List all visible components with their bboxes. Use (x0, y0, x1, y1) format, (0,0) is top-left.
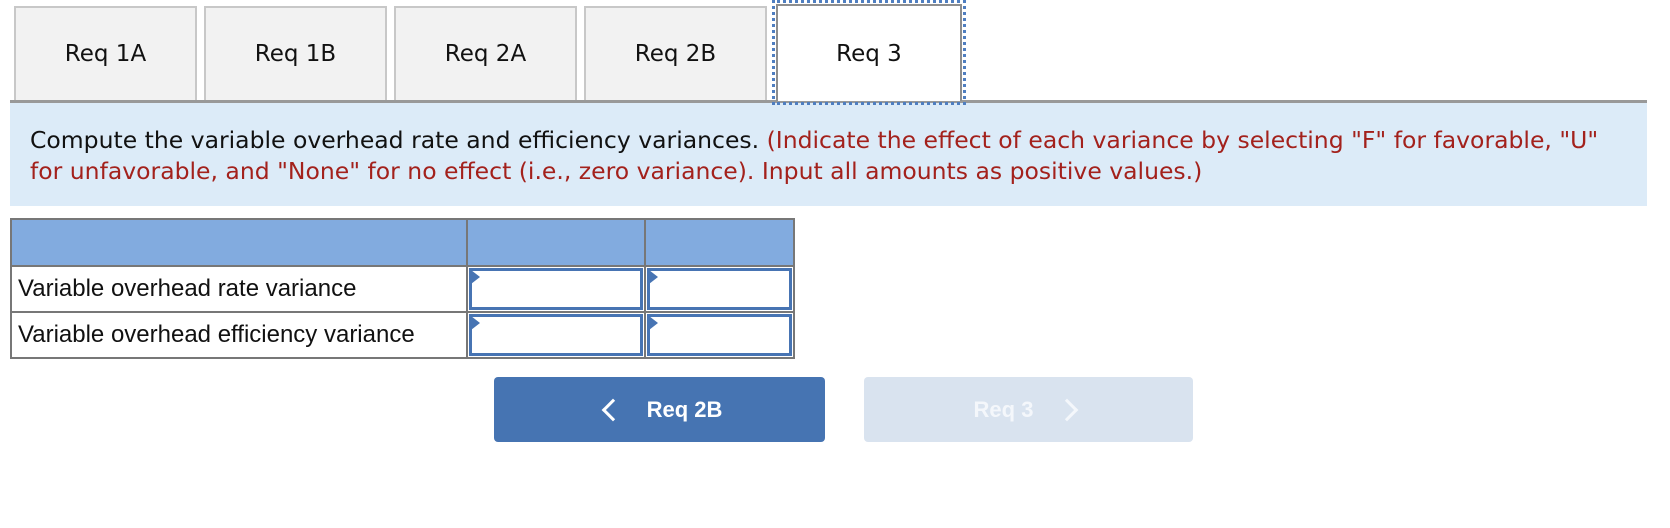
rate-variance-amount-cell (466, 265, 646, 313)
row-label-rate-variance: Variable overhead rate variance (10, 265, 468, 313)
instructions-panel: Compute the variable overhead rate and e… (10, 103, 1647, 206)
next-req-button[interactable]: Req 3 (864, 377, 1193, 442)
requirement-tabs: Req 1A Req 1B Req 2A Req 2B Req 3 (0, 0, 1670, 105)
rate-variance-effect-cell (644, 265, 795, 313)
row-label-efficiency-variance: Variable overhead efficiency variance (10, 311, 468, 359)
header-effect (644, 218, 795, 267)
variance-table: Variable overhead rate variance Variable… (10, 218, 795, 359)
tab-label: Req 3 (836, 40, 902, 67)
tab-req-1b[interactable]: Req 1B (204, 6, 387, 100)
efficiency-variance-amount-input[interactable] (472, 317, 640, 353)
chevron-right-icon (1056, 398, 1079, 421)
input-marker-icon (649, 316, 658, 330)
table-row: Variable overhead efficiency variance (10, 311, 795, 359)
rate-variance-amount-input-box (469, 268, 643, 310)
tab-label: Req 2A (444, 41, 527, 67)
tab-label: Req 2B (634, 41, 717, 67)
tab-label: Req 1B (254, 41, 337, 67)
efficiency-variance-amount-input-box (469, 314, 643, 356)
table-header-row (10, 218, 795, 267)
efficiency-variance-effect-select[interactable] (650, 317, 789, 353)
rate-variance-amount-input[interactable] (472, 271, 640, 307)
tab-req-2a[interactable]: Req 2A (394, 6, 577, 100)
header-label (10, 218, 468, 267)
efficiency-variance-amount-cell (466, 311, 646, 359)
tab-label: Req 1A (64, 41, 147, 67)
tab-req-1a[interactable]: Req 1A (14, 6, 197, 100)
header-amount (466, 218, 646, 267)
prev-req-button[interactable]: Req 2B (494, 377, 825, 442)
input-marker-icon (471, 270, 480, 284)
instruction-text: Compute the variable overhead rate and e… (30, 126, 760, 154)
input-marker-icon (471, 316, 480, 330)
next-req-label: Req 3 (973, 396, 1034, 422)
chevron-left-icon (601, 398, 624, 421)
efficiency-variance-effect-select-box (647, 314, 792, 356)
rate-variance-effect-select[interactable] (650, 271, 789, 307)
table-row: Variable overhead rate variance (10, 265, 795, 313)
rate-variance-effect-select-box (647, 268, 792, 310)
prev-req-label: Req 2B (646, 396, 723, 422)
input-marker-icon (649, 270, 658, 284)
tab-req-3[interactable]: Req 3 (772, 0, 966, 105)
tab-req-2b[interactable]: Req 2B (584, 6, 767, 100)
efficiency-variance-effect-cell (644, 311, 795, 359)
